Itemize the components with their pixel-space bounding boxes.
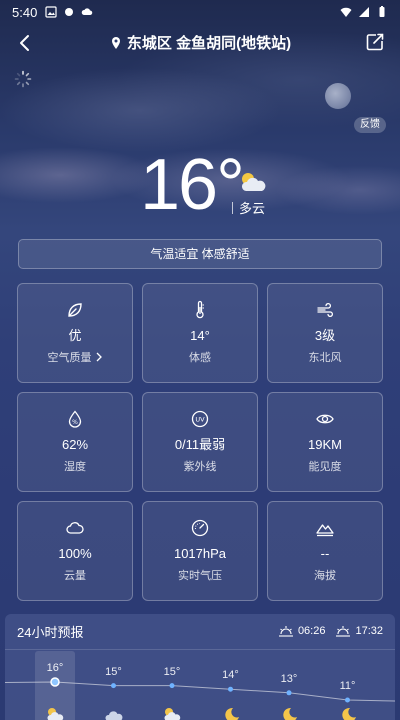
card-uv: UV 0/11最弱 紫外线 <box>142 392 258 492</box>
image-notification-icon <box>45 6 57 18</box>
forecast-panel: 24小时预报 06:26 17:32 16° 15° 15° 14° 13° 11° <box>5 614 395 720</box>
card-visibility: 19KM 能见度 <box>267 392 383 492</box>
uv-icon: UV <box>191 410 209 428</box>
gauge-icon <box>191 519 209 537</box>
visibility-value: 19KM <box>308 437 342 452</box>
hour-temp-label: 11° <box>339 680 356 692</box>
humidity-icon: % <box>68 410 82 428</box>
sunrise-item: 06:26 <box>278 625 326 637</box>
humidity-label: 湿度 <box>64 461 86 473</box>
hour-temp-label: 15° <box>105 665 122 678</box>
status-bar: 5:40 <box>0 0 400 24</box>
pressure-label: 实时气压 <box>178 570 222 582</box>
sun-times: 06:26 17:32 <box>278 625 383 637</box>
hour-temp-label: 16° <box>46 662 64 674</box>
comfort-bar: 气温适宜 体感舒适 <box>18 239 382 269</box>
partly-cloudy-icon <box>47 708 64 720</box>
cloud-cover-label: 云量 <box>64 570 86 582</box>
wind-icon <box>317 302 334 318</box>
hour-temp-point <box>345 697 350 703</box>
chevron-right-icon <box>96 352 102 362</box>
hour-temp-label: 14° <box>222 669 239 682</box>
location-text: 东城区 金鱼胡同(地铁站) <box>126 35 292 52</box>
hour-temp-point <box>111 683 116 689</box>
card-pressure: 1017hPa 实时气压 <box>142 501 258 601</box>
hour-temp-point <box>169 683 175 689</box>
sunset-time: 17:32 <box>355 625 383 637</box>
moon-icon <box>283 707 297 720</box>
current-temperature: 16° <box>140 145 245 225</box>
moon-image <box>325 83 351 109</box>
sunset-icon <box>336 626 351 637</box>
pressure-value: 1017hPa <box>173 546 227 561</box>
moon-icon <box>341 707 356 720</box>
cloudy-icon <box>104 711 122 720</box>
mountain-icon <box>316 524 334 537</box>
thermometer-icon <box>196 300 204 319</box>
altitude-label: 海拔 <box>314 570 336 582</box>
sunrise-time: 06:26 <box>297 625 326 637</box>
wind-direction-label: 东北风 <box>308 352 342 364</box>
air-quality-label-row: 空气质量 <box>48 349 103 365</box>
forecast-header: 24小时预报 06:26 17:32 <box>5 614 395 648</box>
battery-icon <box>379 6 385 17</box>
cloud-notification-icon <box>82 8 93 15</box>
condition-row: 多云 <box>232 198 265 217</box>
current-temperature-block: 16° <box>140 140 245 230</box>
condition-text: 多云 <box>239 201 266 216</box>
moon-icon <box>224 707 239 720</box>
uv-label: 紫外线 <box>183 461 217 473</box>
card-cloud-cover: 100% 云量 <box>17 501 133 601</box>
svg-text:UV: UV <box>195 416 205 424</box>
notification-dot-icon <box>65 8 74 16</box>
hour-temp-label: 15° <box>163 665 181 678</box>
sunset-item: 17:32 <box>335 625 383 637</box>
location-pin-icon <box>111 36 120 49</box>
humidity-value: 62% <box>61 437 89 452</box>
share-icon[interactable] <box>364 31 386 53</box>
signal-icon <box>359 7 369 17</box>
svg-text:%: % <box>72 419 78 426</box>
air-quality-value: 优 <box>68 328 82 343</box>
card-wind: 3级 东北风 <box>267 283 383 383</box>
card-altitude: -- 海拔 <box>267 501 383 601</box>
condition-divider <box>232 201 233 214</box>
card-humidity: % 62% 湿度 <box>17 392 133 492</box>
forecast-title: 24小时预报 <box>17 624 84 640</box>
top-nav: 东城区 金鱼胡同(地铁站) <box>0 28 400 58</box>
eye-icon <box>316 414 334 424</box>
altitude-value: -- <box>320 546 330 561</box>
air-quality-label: 空气质量 <box>47 352 92 364</box>
wind-level-value: 3级 <box>314 328 336 343</box>
hour-temp-point <box>228 686 233 692</box>
feels-like-value: 14° <box>190 328 210 343</box>
status-time: 5:40 <box>12 4 38 20</box>
uv-value: 0/11最弱 <box>174 437 226 452</box>
location-title[interactable]: 东城区 金鱼胡同(地铁站) <box>0 32 400 53</box>
cloud-cover-value: 100% <box>58 546 92 561</box>
card-air-quality[interactable]: 优 空气质量 <box>17 283 133 383</box>
wifi-icon <box>340 7 352 17</box>
card-feels-like: 14° 体感 <box>142 283 258 383</box>
sunrise-icon <box>278 626 293 637</box>
leaf-icon <box>68 303 82 317</box>
hour-temp-point <box>286 690 292 696</box>
partly-cloudy-icon <box>164 708 181 720</box>
hour-temp-label: 13° <box>280 672 298 685</box>
feedback-button[interactable]: 反馈 <box>354 117 386 133</box>
hour-temp-point <box>50 677 60 687</box>
cloud-icon <box>66 522 84 534</box>
loading-spinner-icon <box>14 70 32 88</box>
weather-details-grid: 优 空气质量 14° 体感 3级 东北风 % 62% 湿度 UV 0/11最弱 … <box>17 283 383 601</box>
partly-cloudy-icon <box>241 173 266 191</box>
feels-like-label: 体感 <box>189 352 211 364</box>
visibility-label: 能见度 <box>308 461 342 473</box>
